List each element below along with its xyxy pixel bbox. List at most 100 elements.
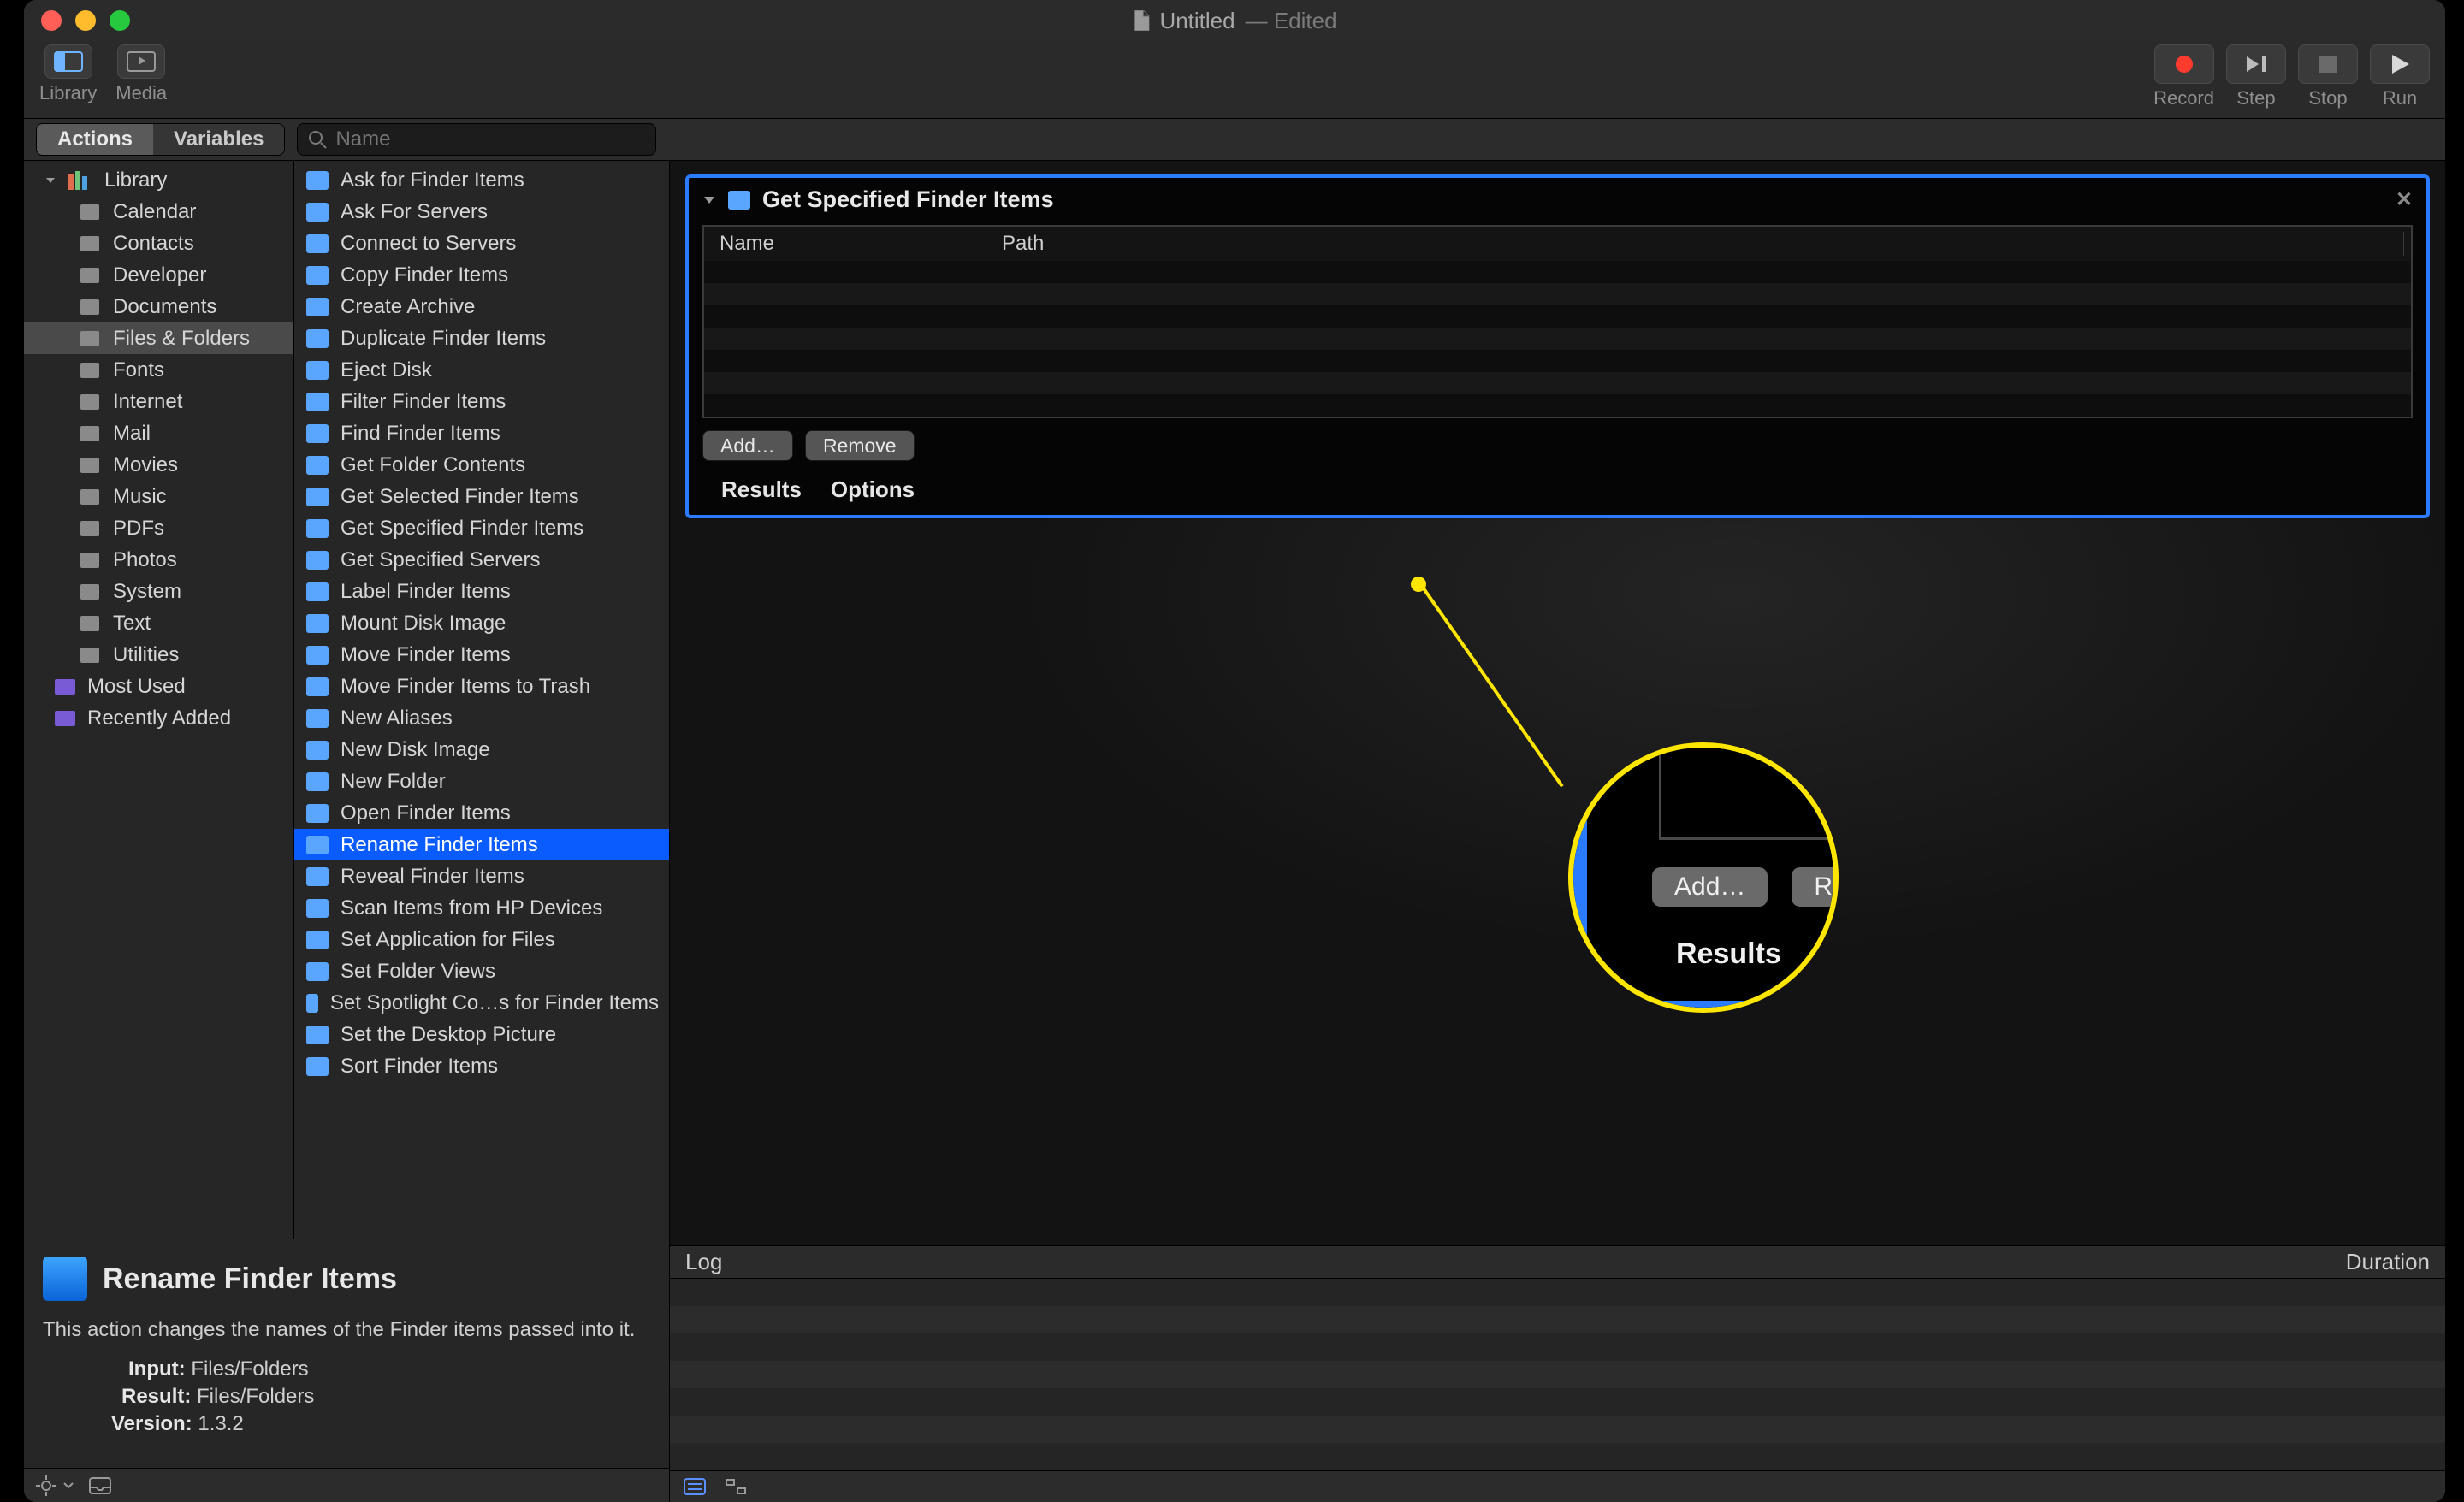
- action-header[interactable]: Get Specified Finder Items ✕: [689, 178, 2426, 222]
- category-pdfs[interactable]: PDFs: [24, 512, 293, 544]
- disclosure-triangle-icon[interactable]: [702, 193, 716, 207]
- category-movies[interactable]: Movies: [24, 449, 293, 481]
- action-eject-disk[interactable]: Eject Disk: [294, 354, 669, 386]
- action-get-selected-finder-items[interactable]: Get Selected Finder Items: [294, 481, 669, 512]
- category-text[interactable]: Text: [24, 607, 293, 639]
- category-utilities[interactable]: Utilities: [24, 639, 293, 671]
- action-copy-finder-items[interactable]: Copy Finder Items: [294, 259, 669, 291]
- action-open-finder-items[interactable]: Open Finder Items: [294, 797, 669, 829]
- action-label: New Disk Image: [341, 738, 490, 762]
- action-get-specified-servers[interactable]: Get Specified Servers: [294, 544, 669, 576]
- category-photos[interactable]: Photos: [24, 544, 293, 576]
- run-button[interactable]: Run: [2370, 44, 2430, 109]
- add-button[interactable]: Add…: [702, 430, 793, 461]
- duration-header[interactable]: Duration: [2346, 1249, 2430, 1275]
- close-icon[interactable]: ✕: [2396, 187, 2413, 212]
- action-move-finder-items-to-trash[interactable]: Move Finder Items to Trash: [294, 671, 669, 702]
- results-tab[interactable]: Results: [721, 476, 802, 503]
- tab-actions[interactable]: Actions: [37, 124, 153, 155]
- tab-variables[interactable]: Variables: [153, 124, 284, 155]
- detail-version-row: Version: 1.3.2: [43, 1412, 650, 1436]
- list-view-icon[interactable]: [684, 1478, 706, 1495]
- action-new-disk-image[interactable]: New Disk Image: [294, 734, 669, 766]
- category-icon: [79, 426, 101, 441]
- column-name[interactable]: Name: [704, 232, 986, 256]
- action-set-folder-views[interactable]: Set Folder Views: [294, 955, 669, 987]
- media-icon: [117, 44, 165, 79]
- column-path[interactable]: Path: [986, 232, 2404, 256]
- action-ask-for-servers[interactable]: Ask For Servers: [294, 196, 669, 228]
- tray-icon[interactable]: [89, 1477, 111, 1494]
- action-connect-to-servers[interactable]: Connect to Servers: [294, 228, 669, 259]
- action-set-application-for-files[interactable]: Set Application for Files: [294, 924, 669, 955]
- category-internet[interactable]: Internet: [24, 386, 293, 417]
- action-list[interactable]: Ask for Finder ItemsAsk For ServersConne…: [294, 161, 669, 1239]
- action-find-finder-items[interactable]: Find Finder Items: [294, 417, 669, 449]
- log-header[interactable]: Log: [685, 1249, 722, 1275]
- record-button[interactable]: Record: [2153, 44, 2214, 109]
- minimize-window-button[interactable]: [75, 10, 96, 31]
- items-table[interactable]: Name Path: [702, 225, 2413, 418]
- action-detail: Rename Finder Items This action changes …: [24, 1239, 669, 1468]
- category-icon: [79, 616, 101, 631]
- close-window-button[interactable]: [41, 10, 62, 31]
- action-new-aliases[interactable]: New Aliases: [294, 702, 669, 734]
- finder-action-icon: [306, 962, 329, 981]
- action-duplicate-finder-items[interactable]: Duplicate Finder Items: [294, 322, 669, 354]
- gear-icon[interactable]: [36, 1475, 56, 1496]
- log-pane: Log Duration: [670, 1245, 2445, 1502]
- action-label: Open Finder Items: [341, 801, 511, 825]
- finder-action-icon: [306, 614, 329, 633]
- workflow-canvas[interactable]: Get Specified Finder Items ✕ Name Path: [670, 161, 2445, 1245]
- action-label: Get Folder Contents: [341, 453, 525, 477]
- library-root[interactable]: Library: [24, 164, 293, 196]
- window-title: Untitled — Edited: [1132, 8, 1336, 34]
- action-reveal-finder-items[interactable]: Reveal Finder Items: [294, 860, 669, 892]
- action-sort-finder-items[interactable]: Sort Finder Items: [294, 1050, 669, 1082]
- document-icon: [1132, 10, 1149, 31]
- category-documents[interactable]: Documents: [24, 291, 293, 322]
- category-list[interactable]: Library CalendarContactsDeveloperDocumen…: [24, 161, 294, 1239]
- action-move-finder-items[interactable]: Move Finder Items: [294, 639, 669, 671]
- search-field[interactable]: [297, 123, 656, 156]
- action-label: Reveal Finder Items: [341, 865, 524, 889]
- smart-recently-added[interactable]: Recently Added: [24, 702, 293, 734]
- action-set-the-desktop-picture[interactable]: Set the Desktop Picture: [294, 1019, 669, 1050]
- category-music[interactable]: Music: [24, 481, 293, 512]
- category-calendar[interactable]: Calendar: [24, 196, 293, 228]
- category-system[interactable]: System: [24, 576, 293, 607]
- category-files-folders[interactable]: Files & Folders: [24, 322, 293, 354]
- library-toggle-button[interactable]: Library: [39, 44, 97, 104]
- smart-most-used[interactable]: Most Used: [24, 671, 293, 702]
- finder-action-icon: [306, 582, 329, 601]
- category-icon: [79, 299, 101, 315]
- action-rename-finder-items[interactable]: Rename Finder Items: [294, 829, 669, 860]
- action-ask-for-finder-items[interactable]: Ask for Finder Items: [294, 164, 669, 196]
- remove-button[interactable]: Remove: [805, 430, 915, 461]
- options-tab[interactable]: Options: [831, 476, 915, 503]
- action-get-folder-contents[interactable]: Get Folder Contents: [294, 449, 669, 481]
- stop-icon: [2298, 44, 2358, 84]
- stop-button[interactable]: Stop: [2298, 44, 2358, 109]
- action-set-spotlight-co-s-for-finder-items[interactable]: Set Spotlight Co…s for Finder Items: [294, 987, 669, 1019]
- chevron-down-icon[interactable]: [63, 1481, 74, 1491]
- search-input[interactable]: [335, 127, 645, 151]
- action-scan-items-from-hp-devices[interactable]: Scan Items from HP Devices: [294, 892, 669, 924]
- workflow-action-card[interactable]: Get Specified Finder Items ✕ Name Path: [685, 174, 2430, 518]
- category-mail[interactable]: Mail: [24, 417, 293, 449]
- finder-action-icon: [306, 709, 329, 728]
- zoom-window-button[interactable]: [110, 10, 130, 31]
- action-get-specified-finder-items[interactable]: Get Specified Finder Items: [294, 512, 669, 544]
- category-developer[interactable]: Developer: [24, 259, 293, 291]
- action-filter-finder-items[interactable]: Filter Finder Items: [294, 386, 669, 417]
- category-fonts[interactable]: Fonts: [24, 354, 293, 386]
- disclosure-triangle-icon[interactable]: [44, 174, 56, 186]
- action-mount-disk-image[interactable]: Mount Disk Image: [294, 607, 669, 639]
- action-create-archive[interactable]: Create Archive: [294, 291, 669, 322]
- media-toggle-button[interactable]: Media: [116, 44, 167, 104]
- flow-view-icon[interactable]: [725, 1478, 747, 1495]
- category-contacts[interactable]: Contacts: [24, 228, 293, 259]
- step-button[interactable]: Step: [2226, 44, 2286, 109]
- action-new-folder[interactable]: New Folder: [294, 766, 669, 797]
- action-label-finder-items[interactable]: Label Finder Items: [294, 576, 669, 607]
